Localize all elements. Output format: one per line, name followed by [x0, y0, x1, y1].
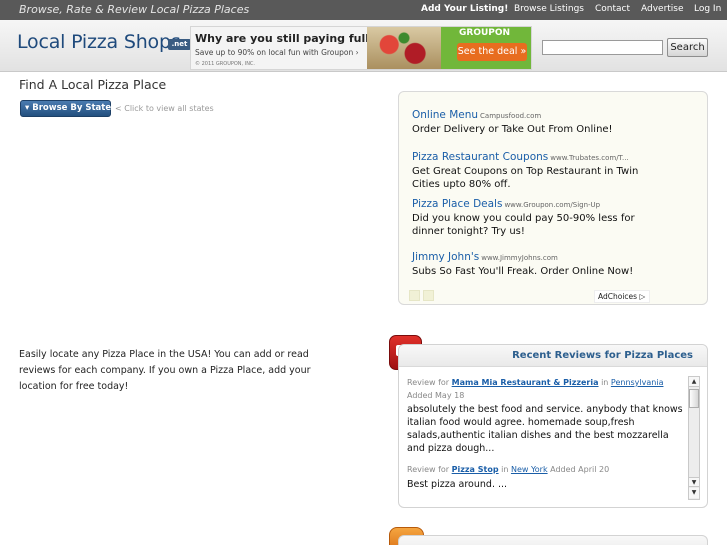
top-bar: Browse, Rate & Review Local Pizza Places…	[0, 0, 727, 20]
sponsored-link-desc: Subs So Fast You'll Freak. Order Online …	[412, 266, 634, 277]
adchoices-link[interactable]: AdChoices ▷	[594, 290, 650, 303]
review-added-date: Added April 20	[550, 465, 610, 474]
scroll-thumb[interactable]	[689, 389, 699, 408]
sponsored-link-desc: Did you know you could pay 50-90% less f…	[412, 213, 635, 237]
sponsored-link-item[interactable]: Pizza Place Deals www.Groupon.com/Sign-Up	[412, 198, 600, 210]
nav-browse-listings[interactable]: Browse Listings	[514, 4, 584, 14]
browse-hint: < Click to view all states	[115, 104, 214, 113]
recent-reviews-box: Recent Reviews for Pizza Places Review f…	[398, 344, 708, 508]
banner-ad[interactable]: Why are you still paying full price? Sav…	[190, 26, 532, 70]
review-restaurant-link[interactable]: Mama Mia Restaurant & Pizzeria	[452, 378, 599, 387]
groupon-logo: GROUPON	[459, 28, 511, 38]
search-input[interactable]	[542, 40, 663, 55]
intro-text: Easily locate any Pizza Place in the USA…	[19, 349, 311, 392]
sponsored-link-title[interactable]: Pizza Restaurant Coupons	[412, 151, 548, 163]
scroll-up-arrow-icon[interactable]: ▲	[689, 377, 699, 387]
review-added-date: Added May 18	[407, 391, 465, 400]
site-header: Local Pizza Shops .net Why are you still…	[0, 20, 727, 72]
sponsored-link-url[interactable]: www.Groupon.com/Sign-Up	[504, 201, 600, 209]
sponsored-link-url[interactable]: www.Trubates.com/T...	[550, 154, 628, 162]
search-button[interactable]: Search	[667, 38, 708, 57]
sponsored-link-item[interactable]: Jimmy John's www.JimmyJohns.com	[412, 251, 558, 263]
sponsored-link-title[interactable]: Jimmy John's	[412, 251, 479, 263]
review-meta: Review for Pizza Stop in New York Added …	[407, 465, 609, 474]
sponsored-link-url[interactable]: Campusfood.com	[480, 112, 541, 120]
banner-ad-image	[367, 27, 441, 69]
browse-by-state-button[interactable]: ▾ Browse By State	[20, 100, 111, 117]
next-section-box	[398, 535, 708, 545]
sponsored-link-url[interactable]: www.JimmyJohns.com	[481, 254, 558, 262]
review-for-label: Review for	[407, 465, 450, 474]
sponsored-link-desc: Get Great Coupons on Top Restaurant in T…	[412, 166, 639, 190]
page-title: Find A Local Pizza Place	[19, 77, 167, 92]
review-for-label: Review for	[407, 378, 450, 387]
review-text: Best pizza around. ...	[407, 479, 508, 490]
ad-nav-prev-icon[interactable]	[409, 290, 420, 301]
reviews-scrollbar[interactable]: ▲ ▼ ▼	[688, 376, 700, 500]
sponsored-link-item[interactable]: Pizza Restaurant Coupons www.Trubates.com…	[412, 151, 629, 163]
nav-add-listing[interactable]: Add Your Listing!	[421, 4, 508, 14]
see-deal-button[interactable]: See the deal »	[457, 43, 527, 61]
sponsored-links-box: Online Menu Campusfood.com Order Delivery…	[398, 91, 708, 305]
sponsored-link-item[interactable]: Online Menu Campusfood.com	[412, 109, 541, 121]
logo-net-badge: .net	[168, 39, 191, 50]
site-logo[interactable]: Local Pizza Shops	[17, 31, 181, 53]
site-tagline: Browse, Rate & Review Local Pizza Places	[19, 3, 250, 16]
sponsored-link-title[interactable]: Pizza Place Deals	[412, 198, 502, 210]
scroll-down-arrow-icon[interactable]: ▼	[689, 477, 699, 487]
review-in-label: in	[601, 378, 609, 387]
nav-contact[interactable]: Contact	[595, 4, 630, 14]
review-in-label: in	[501, 465, 509, 474]
nav-log-in[interactable]: Log In	[694, 4, 721, 14]
review-state-link[interactable]: New York	[511, 465, 548, 474]
recent-reviews-header: Recent Reviews for Pizza Places	[399, 345, 707, 367]
banner-ad-copyright: © 2011 GROUPON, INC.	[195, 61, 256, 67]
recent-reviews-title: Recent Reviews for Pizza Places	[512, 350, 693, 361]
sponsored-link-desc: Order Delivery or Take Out From Online!	[412, 124, 613, 135]
review-meta: Review for Mama Mia Restaurant & Pizzeri…	[407, 378, 663, 387]
scroll-end-arrow-icon[interactable]: ▼	[689, 488, 699, 498]
banner-ad-subline: Save up to 90% on local fun with Groupon…	[195, 48, 359, 57]
nav-advertise[interactable]: Advertise	[641, 4, 684, 14]
review-text: absolutely the best food and service. an…	[407, 404, 683, 454]
review-state-link[interactable]: Pennsylvania	[611, 378, 664, 387]
sponsored-link-title[interactable]: Online Menu	[412, 109, 478, 121]
ad-nav-next-icon[interactable]	[423, 290, 434, 301]
review-restaurant-link[interactable]: Pizza Stop	[452, 465, 499, 474]
